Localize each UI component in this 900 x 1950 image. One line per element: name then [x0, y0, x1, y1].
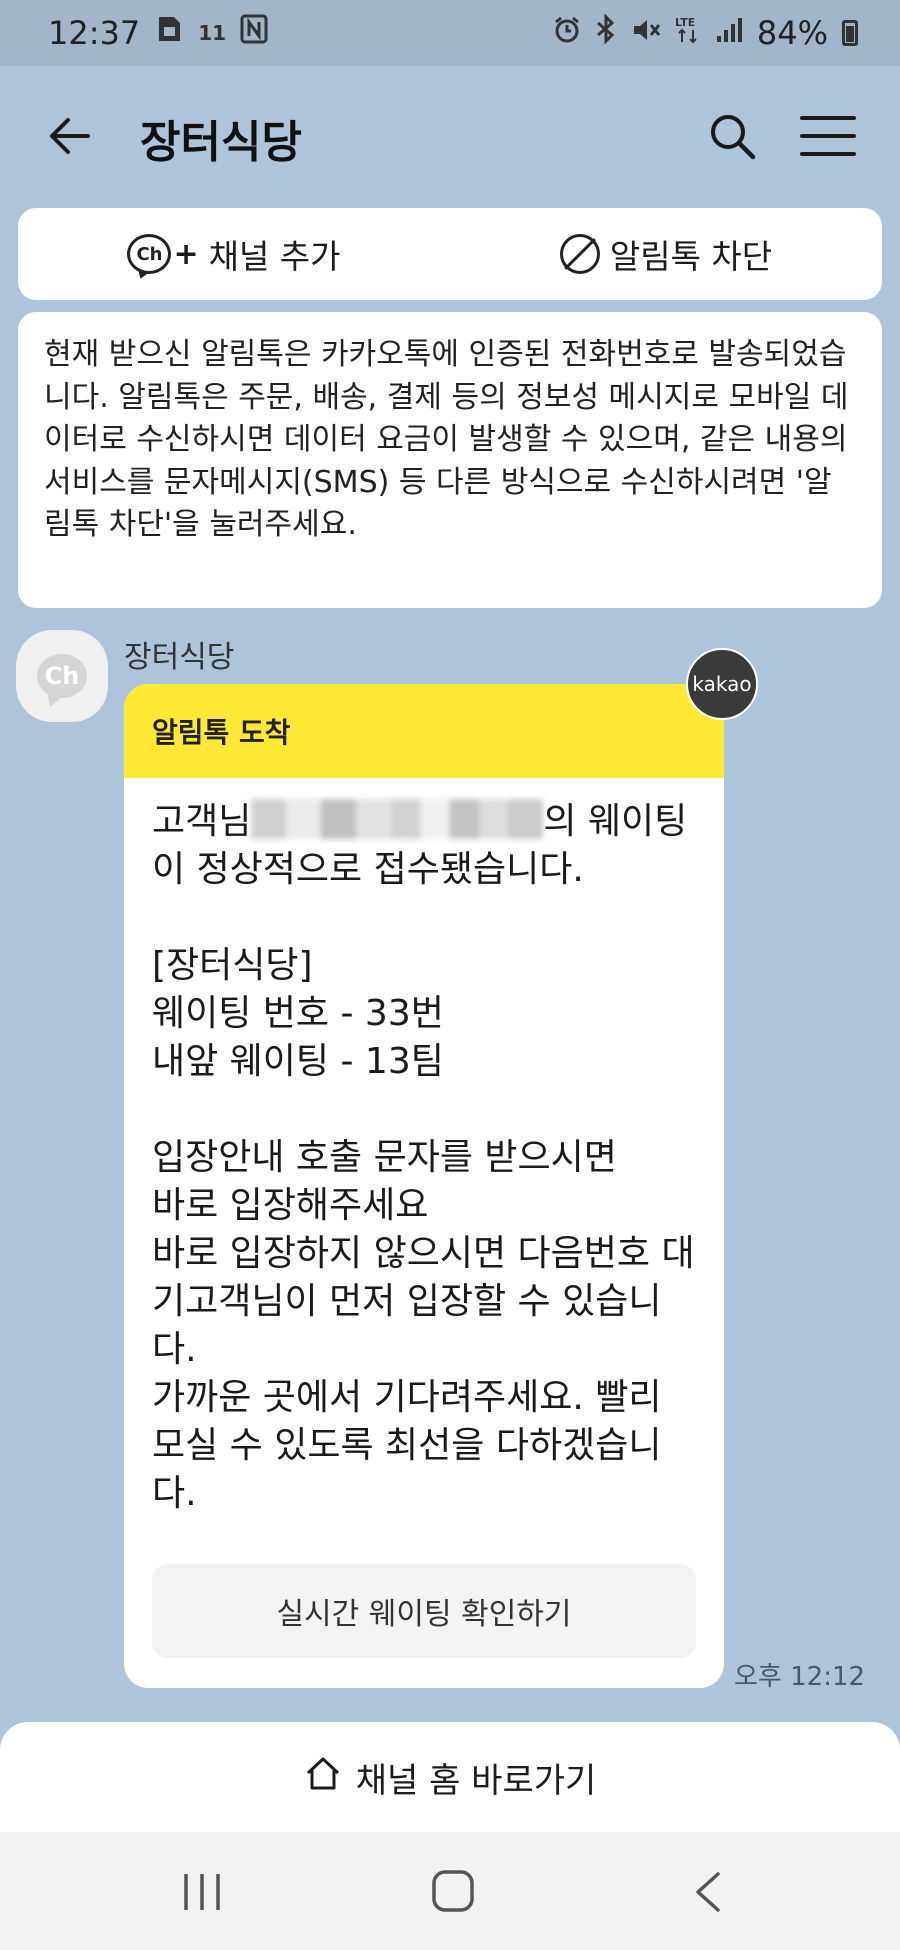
block-alimtalk-button[interactable]: 알림톡 차단: [450, 208, 882, 300]
kakao-badge: kakao: [686, 648, 758, 720]
block-label: 알림톡 차단: [609, 237, 773, 276]
signal-icon: [715, 14, 743, 52]
menu-icon[interactable]: [800, 114, 856, 158]
redacted-name: [251, 799, 544, 839]
search-icon[interactable]: [706, 110, 758, 162]
channel-actions: Ch + 채널 추가 알림톡 차단: [18, 208, 882, 300]
home-icon[interactable]: [430, 1868, 476, 1914]
realtime-waiting-button[interactable]: 실시간 웨이팅 확인하기: [152, 1564, 696, 1658]
channel-home-label: 채널 홈 바로가기: [355, 1760, 597, 1801]
mute-icon: [631, 14, 661, 52]
alimtalk-notice: 현재 받으신 알림톡은 카카오톡에 인증된 전화번호로 발송되었습니다. 알림톡…: [18, 312, 882, 608]
message-bubble: 알림톡 도착 고객님 의 웨이팅이 정상적으로 접수됐습니다. [장터식당] 웨이…: [124, 684, 724, 1688]
channel-home-button[interactable]: 채널 홈 바로가기: [0, 1722, 900, 1832]
recents-icon[interactable]: [180, 1870, 224, 1914]
chat-header: 장터식당: [0, 66, 900, 206]
channel-logo-icon: Ch: [37, 654, 87, 698]
message-header: 알림톡 도착: [124, 684, 724, 778]
back-arrow-icon[interactable]: [44, 110, 96, 162]
battery-percent: 84%: [756, 14, 828, 52]
status-time: 12:37: [48, 14, 141, 52]
home-outline-icon: [304, 1755, 342, 1800]
nav-back-icon[interactable]: [690, 1870, 726, 1914]
svg-text:LTE: LTE: [675, 16, 695, 29]
bluetooth-icon: [595, 13, 617, 52]
alarm-icon: [553, 14, 581, 52]
status-bar: 12:37 11 LTE 84%: [0, 0, 900, 66]
status-left: 12:37 11: [48, 14, 268, 52]
system-nav-bar: [0, 1832, 900, 1950]
status-right: LTE 84%: [553, 13, 858, 52]
message-body-text: 의 웨이팅이 정상적으로 접수됐습니다. [장터식당] 웨이팅 번호 - 33번…: [152, 801, 695, 1514]
message-body-prefix: 고객님: [152, 801, 252, 842]
page-title: 장터식당: [140, 117, 302, 168]
avatar[interactable]: Ch: [16, 630, 108, 722]
channel-add-icon: Ch +: [127, 234, 199, 274]
sender-name: 장터식당: [124, 640, 235, 675]
block-icon: [559, 234, 600, 274]
add-channel-button[interactable]: Ch + 채널 추가: [18, 208, 450, 300]
message-body: 고객님 의 웨이팅이 정상적으로 접수됐습니다. [장터식당] 웨이팅 번호 - …: [124, 778, 724, 1518]
lte-icon: LTE: [675, 14, 701, 52]
add-channel-label: 채널 추가: [208, 237, 341, 276]
battery-icon: [842, 20, 858, 46]
nfc-icon: [240, 14, 268, 52]
sim-card-icon: [154, 14, 184, 52]
message-timestamp: 오후 12:12: [734, 1662, 866, 1692]
status-badge: 11: [198, 21, 227, 45]
